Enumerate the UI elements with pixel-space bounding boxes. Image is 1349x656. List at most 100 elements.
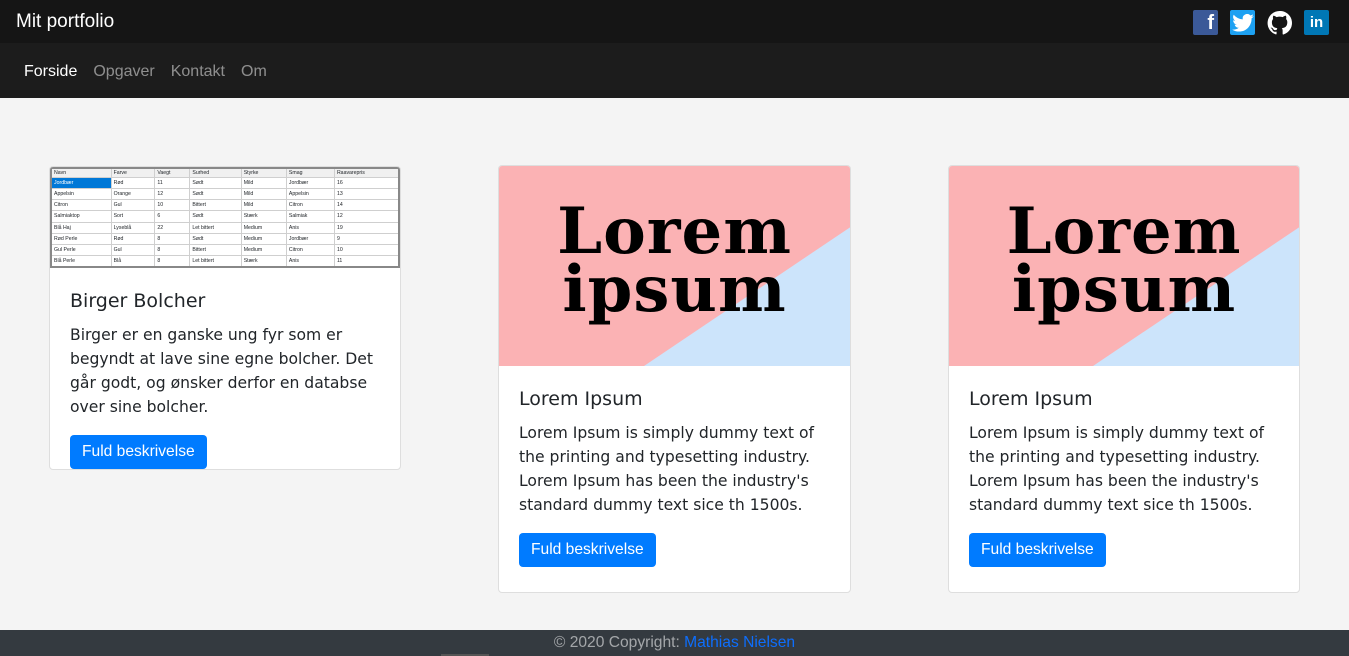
card-body: Lorem Ipsum Lorem Ipsum is simply dummy …: [949, 366, 1299, 587]
table-cell: Orange: [110, 187, 156, 201]
table-cell: 6: [154, 210, 191, 223]
table-cell: 14: [333, 198, 400, 212]
lorem-ipsum-image: Lorem ipsum: [949, 166, 1299, 366]
table-row: Salmiaktop Sort 6 Sødt Stærk Salmiak 12: [50, 210, 400, 223]
table-row: Blå Perle Blå 8 Let bittert Stærk Anis 11: [50, 255, 400, 268]
table-cell: Lyseblå: [110, 221, 156, 234]
table-cell: Anis: [285, 255, 335, 268]
table-row: Appelsin Orange 12 Sødt Mild Appelsin 13: [50, 187, 400, 201]
table-cell: Salmiak: [285, 210, 335, 223]
table-cell: Mild: [240, 198, 287, 212]
table-cell: 12: [333, 210, 400, 223]
table-cell: Blå Haj: [50, 221, 112, 234]
table-cell: Medium: [240, 232, 287, 246]
table-cell: Rød: [110, 176, 156, 189]
full-description-button[interactable]: Fuld beskrivelse: [519, 533, 656, 567]
author-link[interactable]: Mathias Nielsen: [684, 634, 795, 651]
social-links: f in: [1193, 10, 1329, 35]
table-cell: Gul Perle: [50, 243, 112, 257]
table-header-cell: Smag: [285, 167, 335, 178]
card-title: Birger Bolcher: [70, 290, 206, 312]
linkedin-icon[interactable]: in: [1304, 10, 1329, 35]
table-cell: Stærk: [240, 210, 287, 223]
table-cell: Sødt: [189, 210, 242, 223]
table-cell: 8: [154, 255, 191, 268]
table-cell: 8: [154, 232, 191, 246]
table-cell: Anis: [285, 221, 335, 234]
table-cell: Stærk: [240, 255, 287, 268]
table-cell: Let bittert: [189, 221, 242, 234]
table-cell: Citron: [285, 198, 335, 212]
lorem-ipsum-image: Lorem ipsum: [499, 166, 850, 366]
top-bar: Mit portfolio f in: [0, 0, 1349, 43]
table-row: Jordbær Rød 11 Sødt Mild Jordbær 16: [50, 176, 400, 189]
brand-title[interactable]: Mit portfolio: [16, 11, 114, 33]
table-cell: 9: [333, 232, 400, 246]
card-text: Lorem Ipsum is simply dummy text of the …: [519, 424, 815, 514]
table-cell: 19: [333, 221, 400, 234]
table-cell: 11: [154, 176, 191, 189]
table-cell: 22: [154, 221, 191, 234]
table-cell: 8: [154, 243, 191, 257]
twitter-icon[interactable]: [1230, 10, 1255, 35]
table-row: Citron Gul 10 Bittert Mild Citron 14: [50, 198, 400, 212]
table-cell: Medium: [240, 221, 287, 234]
table-cell: 12: [154, 187, 191, 201]
table-cell: 11: [333, 255, 400, 268]
table-cell: Sødt: [189, 187, 242, 201]
table-cell: Mild: [240, 176, 287, 189]
table-cell: Blå Perle: [50, 255, 112, 268]
image-word: ipsum: [1011, 252, 1237, 327]
table-cell: Bittert: [189, 198, 242, 212]
card-text: Lorem Ipsum is simply dummy text of the …: [969, 424, 1265, 514]
card-title: Lorem Ipsum: [969, 388, 1093, 410]
table-cell: Rød: [110, 232, 156, 246]
card-title: Lorem Ipsum: [519, 388, 643, 410]
nav-item-opgaver[interactable]: Opgaver: [93, 63, 154, 81]
full-description-button[interactable]: Fuld beskrivelse: [70, 435, 207, 469]
nav-item-om[interactable]: Om: [241, 63, 267, 81]
table-cell: 16: [333, 176, 400, 189]
table-cell: Jordbær: [285, 176, 335, 189]
table-header-cell: Styrke: [240, 167, 287, 178]
nav-item-forside[interactable]: Forside: [24, 63, 77, 81]
table-cell: 10: [333, 243, 400, 257]
table-row: Blå Haj Lyseblå 22 Let bittert Medium Anis 19: [50, 221, 400, 234]
table-cell: Jordbær: [50, 176, 112, 189]
table-cell: Blå: [110, 255, 156, 268]
copyright-text: © 2020 Copyright:: [553, 634, 685, 651]
table-header-cell: Farve: [110, 167, 156, 178]
project-card: Lorem ipsum Lorem Ipsum Lorem Ipsum is s…: [498, 165, 851, 593]
table-cell: Gul: [110, 243, 156, 257]
table-cell: 10: [154, 198, 191, 212]
github-icon[interactable]: [1267, 10, 1292, 35]
table-cell: Sort: [110, 210, 156, 223]
table-cell: Appelsin: [285, 187, 335, 201]
table-cell: Rød Perle: [50, 232, 112, 246]
card-text: Birger er en ganske ung fyr som er begyn…: [70, 326, 374, 416]
table-header-cell: Surhed: [189, 167, 242, 178]
table-cell: Mild: [240, 187, 287, 201]
table-cell: Citron: [50, 198, 112, 212]
table-cell: Sødt: [189, 176, 242, 189]
card-image-table: Navn Farve Vaegt Surhed Styrke Smag Raavarepri…: [50, 167, 400, 268]
main-nav: Forside Opgaver Kontakt Om: [24, 63, 267, 81]
nav-item-kontakt[interactable]: Kontakt: [171, 63, 225, 81]
card-body: Lorem Ipsum Lorem Ipsum is simply dummy …: [499, 366, 850, 587]
table-cell: Appelsin: [50, 187, 112, 201]
table-header-cell: Raavarepris: [333, 167, 400, 178]
facebook-icon[interactable]: f: [1193, 10, 1218, 35]
database-table-image: Navn Farve Vaegt Surhed Styrke Smag Raavarepri…: [50, 167, 400, 268]
table-cell: Gul: [110, 198, 156, 212]
table-header-cell: Navn: [50, 167, 112, 178]
project-card: Navn Farve Vaegt Surhed Styrke Smag Raavarepri…: [49, 166, 401, 470]
table-row: Gul Perle Gul 8 Bittert Medium Citron 10: [50, 243, 400, 257]
footer: © 2020 Copyright: Mathias Nielsen: [0, 630, 1349, 656]
card-body: Birger Bolcher Birger er en ganske ung f…: [50, 268, 400, 469]
navbar: Forside Opgaver Kontakt Om: [0, 43, 1349, 98]
table-cell: Salmiaktop: [50, 210, 112, 223]
table-cell: Jordbær: [285, 232, 335, 246]
image-word: ipsum: [562, 252, 787, 327]
full-description-button[interactable]: Fuld beskrivelse: [969, 533, 1106, 567]
table-cell: Let bittert: [189, 255, 242, 268]
